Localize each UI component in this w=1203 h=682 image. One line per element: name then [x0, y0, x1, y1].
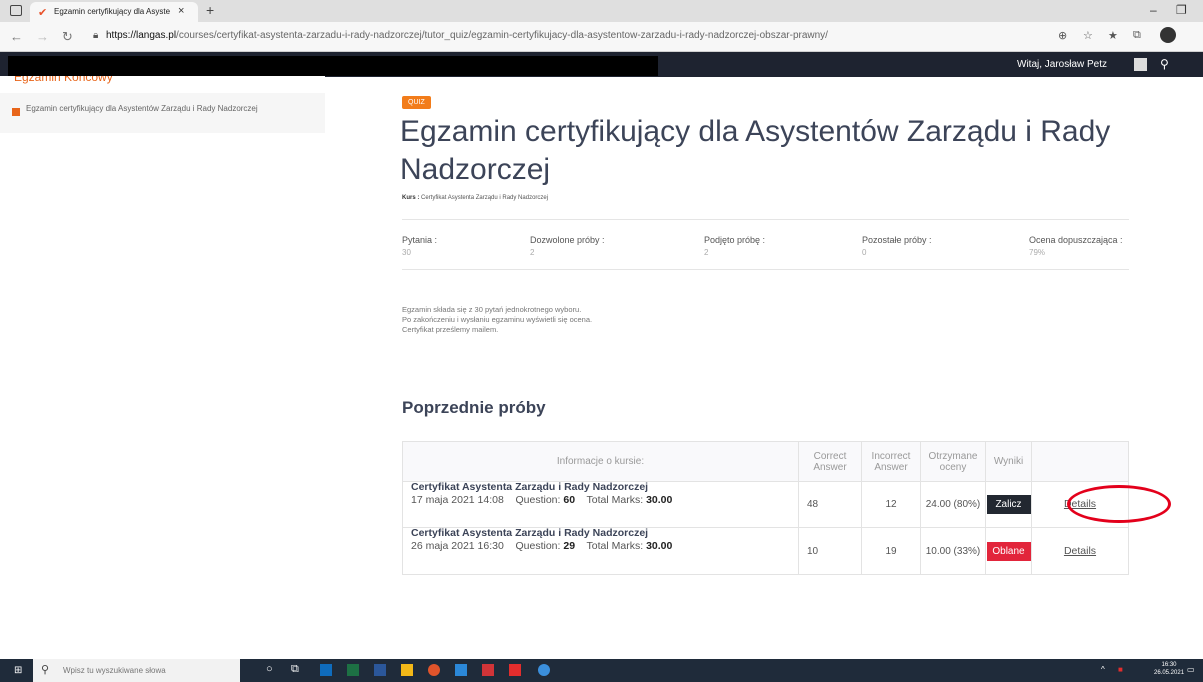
stat-allowed-attempts: Dozwolone próby :2 [530, 235, 605, 257]
attempt-course: Certyfikat Asystenta Zarządu i Rady Nadz… [411, 481, 649, 493]
stat-passing-grade: Ocena dopuszczająca :79% [1029, 235, 1123, 257]
browser-tab[interactable]: ✔ Egzamin certyfikujący dla Asyste × [30, 2, 198, 22]
tray-chevron-icon[interactable]: ^ [1101, 665, 1105, 674]
search-icon: ⚲ [41, 664, 50, 676]
quiz-icon [12, 108, 20, 116]
table-row: Certyfikat Asystenta Zarządu i Rady Nadz… [403, 482, 1128, 528]
tab-actions-icon[interactable] [10, 5, 22, 16]
col-grade: Otrzymane oceny [920, 442, 985, 481]
taskbar-search[interactable]: ⚲ Wpisz tu wyszukiwane słowa [33, 659, 240, 682]
divider [402, 219, 1129, 220]
file-explorer-icon[interactable] [401, 664, 413, 676]
site-search-icon[interactable]: ⚲ [1160, 57, 1169, 71]
status-badge-pass: Zalicz [986, 495, 1031, 514]
attempt-meta: 17 maja 2021 14:08 Question: 60 Total Ma… [411, 494, 673, 506]
address-bar: ← → ↻ 🔒︎ https://langas.pl/courses/certy… [0, 22, 1203, 52]
maximize-icon[interactable]: ❐ [1176, 3, 1187, 17]
table-row: Certyfikat Asystenta Zarządu i Rady Nadz… [403, 528, 1128, 574]
read-aloud-icon[interactable]: ☆ [1083, 29, 1093, 42]
col-course-info: Informacje o kursie: [556, 456, 645, 467]
outlook-icon[interactable] [320, 664, 332, 676]
sidebar-item-quiz[interactable]: Egzamin certyfikujący dla Asystentów Zar… [26, 104, 266, 114]
office-icon[interactable] [482, 664, 494, 676]
attempt-correct: 48 [798, 482, 861, 527]
stat-questions: Pytania :30 [402, 235, 438, 257]
col-correct: Correct Answer [798, 442, 861, 481]
course-name[interactable]: Certyfikat Asystenta Zarządu i Rady Nadz… [421, 195, 548, 201]
attempt-course: Certyfikat Asystenta Zarządu i Rady Nadz… [411, 527, 649, 539]
new-tab-button[interactable]: + [206, 2, 214, 18]
sub-header-text: Egzamin Końcowy [14, 76, 113, 84]
app-icon[interactable] [455, 664, 467, 676]
stat-attempts-taken: Podjęto próbę :2 [704, 235, 766, 257]
task-view-icon[interactable]: ⧉ [291, 663, 299, 676]
back-icon[interactable]: ← [10, 29, 23, 44]
excel-icon[interactable] [347, 664, 359, 676]
zoom-icon[interactable]: ⊕ [1058, 29, 1067, 42]
details-link[interactable]: Details [1064, 545, 1096, 557]
windows-start-icon[interactable]: ⊞ [14, 665, 22, 676]
tab-close-icon[interactable]: × [178, 5, 184, 17]
tab-title: Egzamin certyfikujący dla Asyste [54, 7, 171, 16]
acrobat-icon[interactable] [509, 664, 521, 676]
col-actions [1031, 442, 1128, 481]
page-title: Egzamin certyfikujący dla Asystentów Zar… [400, 115, 1111, 186]
attempt-incorrect: 19 [861, 528, 920, 574]
quiz-description: Egzamin składa się z 30 pytań jednokrotn… [402, 305, 593, 334]
status-badge-fail: Oblane [986, 541, 1031, 561]
col-incorrect: Incorrect Answer [861, 442, 920, 481]
tray-app-icon[interactable]: ■ [1118, 665, 1123, 674]
attempt-meta: 26 maja 2021 16:30 Question: 29 Total Ma… [411, 540, 673, 552]
attempt-incorrect: 12 [861, 482, 920, 527]
favorites-icon[interactable]: ★ [1108, 29, 1118, 42]
welcome-text[interactable]: Witaj, Jarosław Petz [1017, 59, 1107, 70]
notifications-icon[interactable]: ▭ [1187, 665, 1195, 674]
table-header: Informacje o kursie: Correct Answer Inco… [403, 442, 1128, 482]
site-favicon-icon: ✔ [38, 7, 48, 19]
course-info: Kurs : Certyfikat Asystenta Zarządu i Ra… [402, 195, 548, 201]
stat-remaining-attempts: Pozostałe próby :0 [862, 235, 932, 257]
attempt-grade: 10.00 (33%) [920, 528, 985, 574]
quiz-sidebar: Egzamin certyfikujący dla Asystentów Zar… [0, 93, 325, 133]
lock-icon: 🔒︎ [93, 30, 99, 41]
taskbar-clock[interactable]: 16:30 26.05.2021 [1154, 661, 1184, 677]
cortana-icon[interactable]: ○ [266, 663, 273, 675]
previous-attempts-heading: Poprzednie próby [402, 398, 546, 417]
attempts-table: Informacje o kursie: Correct Answer Inco… [402, 441, 1129, 575]
redacted-area [8, 56, 658, 76]
course-label: Kurs : [402, 195, 420, 201]
url-path: /courses/certyfikat-asystenta-zarzadu-i-… [176, 30, 828, 41]
quiz-badge: QUIZ [402, 96, 431, 109]
url-field[interactable]: https://langas.pl/courses/certyfikat-asy… [106, 30, 828, 41]
url-host: https://langas.pl [106, 30, 177, 41]
divider [402, 269, 1129, 270]
forward-icon[interactable]: → [36, 29, 49, 44]
word-icon[interactable] [374, 664, 386, 676]
sub-header-strip: Egzamin Końcowy [0, 76, 325, 93]
edge-icon[interactable] [538, 664, 550, 676]
browser-tab-bar: ✔ Egzamin certyfikujący dla Asyste × + –… [0, 0, 1203, 22]
firefox-icon[interactable] [428, 664, 440, 676]
user-avatar[interactable] [1134, 58, 1147, 71]
refresh-icon[interactable]: ↻ [62, 29, 73, 45]
highlight-circle [1067, 485, 1171, 523]
taskbar-search-placeholder: Wpisz tu wyszukiwane słowa [63, 666, 166, 675]
attempt-correct: 10 [798, 528, 861, 574]
minimize-icon[interactable]: – [1150, 3, 1157, 17]
attempt-grade: 24.00 (80%) [920, 482, 985, 527]
collections-icon[interactable]: ⧉ [1133, 29, 1141, 42]
col-result: Wyniki [985, 442, 1031, 481]
browser-profile-avatar[interactable] [1160, 27, 1176, 43]
